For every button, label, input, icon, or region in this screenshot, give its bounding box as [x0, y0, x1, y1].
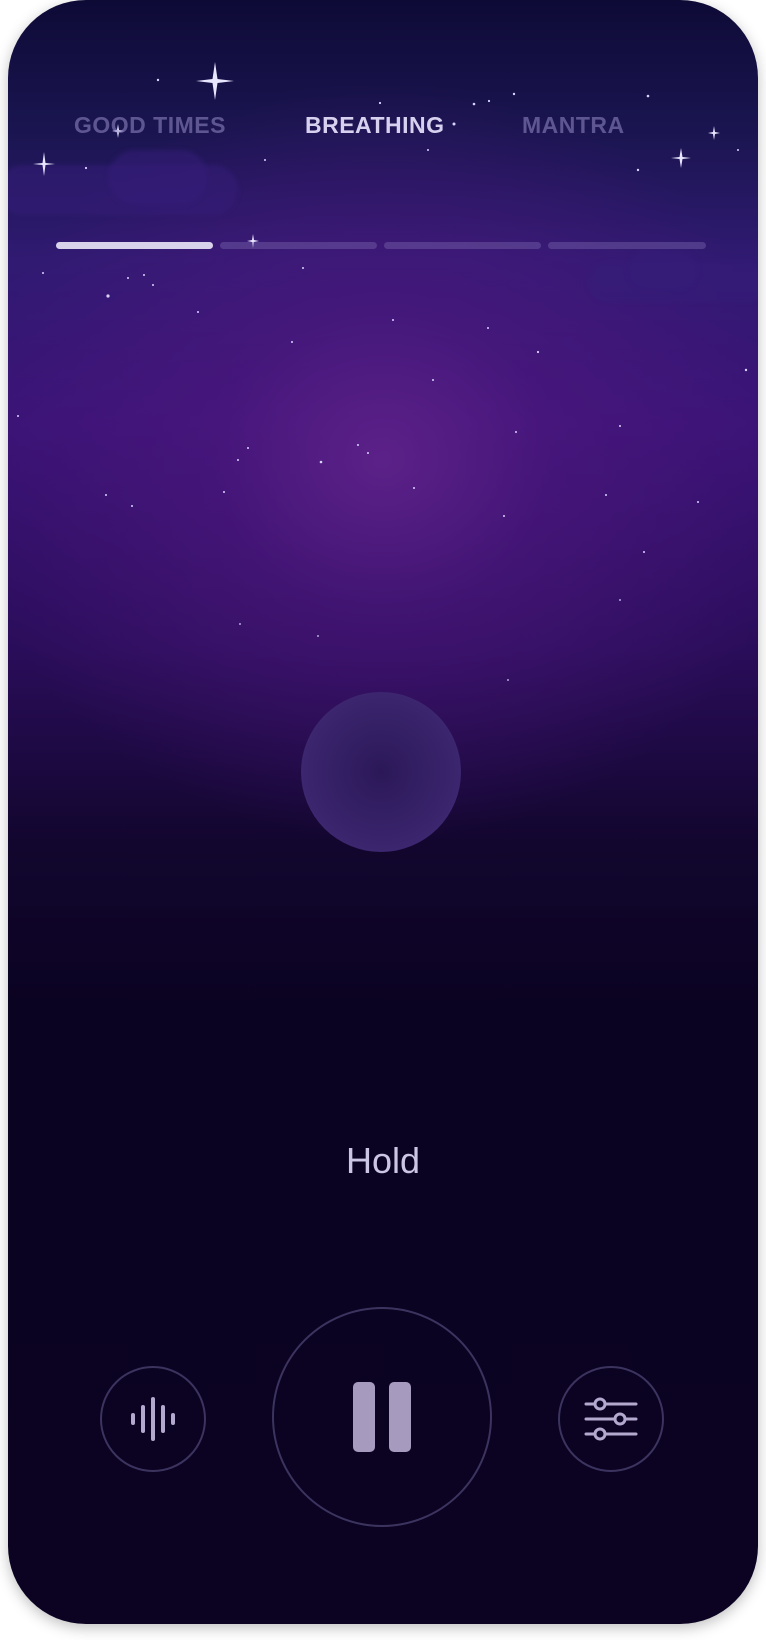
progress-segment — [384, 242, 541, 249]
tab-good-times[interactable]: GOOD TIMES — [74, 112, 226, 139]
sound-wave-icon — [131, 1397, 175, 1441]
progress-segment — [548, 242, 706, 249]
sound-button[interactable] — [100, 1366, 206, 1472]
tab-mantra[interactable]: MANTRA — [522, 112, 625, 139]
breathing-phase-label: Hold — [345, 1140, 421, 1181]
pause-button[interactable] — [272, 1307, 492, 1527]
progress-segment — [56, 242, 213, 249]
tab-breathing[interactable]: BREATHING — [305, 112, 445, 139]
session-progress — [56, 242, 706, 250]
starfield — [17, 62, 748, 681]
settings-button[interactable] — [558, 1366, 664, 1472]
phone-screen: GOOD TIMES BREATHING MANTRA Hold — [8, 0, 758, 1624]
pause-icon — [346, 1382, 418, 1452]
progress-segment-fill — [56, 242, 213, 249]
progress-segment — [220, 242, 377, 249]
breathing-orb — [301, 692, 461, 852]
sliders-icon — [584, 1397, 638, 1441]
mode-tabs: GOOD TIMES BREATHING MANTRA — [8, 112, 758, 152]
